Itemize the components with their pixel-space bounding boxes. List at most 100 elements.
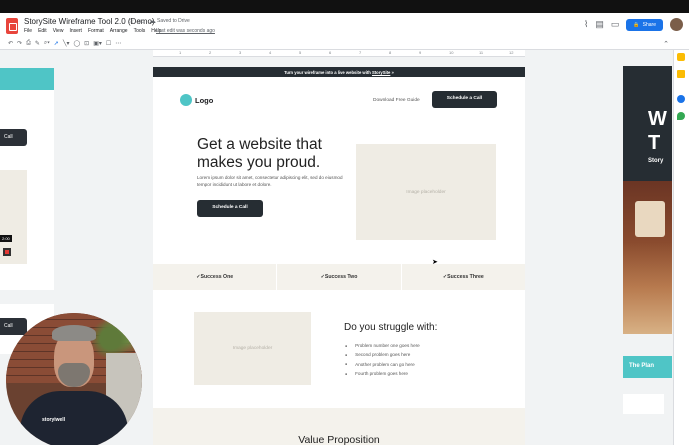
side-panel-strip bbox=[673, 50, 689, 445]
value-proposition-heading: Value Proposition bbox=[298, 434, 380, 445]
presenter-shirt bbox=[20, 391, 128, 445]
toolbar: ↶ ↷ ⎙ ✎ ⌕▾ ➚ ╲▾ ◯ ⊡ ▣▾ ☐ ⋯ ⌃ bbox=[0, 38, 689, 50]
menu-arrange[interactable]: Arrange bbox=[110, 28, 128, 34]
ruler-tick: 3 bbox=[239, 50, 242, 55]
toolbar-tools: ↶ ↷ ⎙ ✎ ⌕▾ ➚ ╲▾ ◯ ⊡ ▣▾ ☐ ⋯ bbox=[8, 40, 121, 47]
collapse-toolbar-icon[interactable]: ⌃ bbox=[663, 40, 669, 48]
present-icon[interactable]: ▭ bbox=[611, 19, 620, 30]
menu-view[interactable]: View bbox=[53, 28, 64, 34]
ruler-tick: 9 bbox=[419, 50, 422, 55]
teal-banner bbox=[0, 68, 54, 90]
slides-logo-icon[interactable] bbox=[6, 18, 18, 34]
struggle-image-label: Image placeholder bbox=[232, 346, 273, 351]
menu-edit[interactable]: Edit bbox=[38, 28, 47, 34]
problem-item: Fourth problem goes here bbox=[345, 369, 420, 378]
next-slide-photo bbox=[623, 181, 672, 334]
ruler-tick: 10 bbox=[449, 50, 454, 55]
crop-icon[interactable]: ⊡ bbox=[84, 40, 89, 47]
hero-subtext: Lorem ipsum dolor sit amet, consectetur … bbox=[197, 175, 343, 187]
ruler-tick: 11 bbox=[479, 50, 484, 55]
maps-icon[interactable] bbox=[677, 112, 685, 120]
activity-trend-icon[interactable]: ⌇ bbox=[584, 19, 588, 30]
menu-format[interactable]: Format bbox=[88, 28, 104, 34]
title-icons: ☆ ▭ ☁ bbox=[128, 17, 156, 25]
stop-recording-icon[interactable] bbox=[3, 248, 11, 256]
success-item: ✓Success Three bbox=[442, 274, 484, 280]
struggle-image-placeholder: Image placeholder bbox=[194, 312, 311, 385]
schedule-call-button-hero[interactable]: Schedule a Call bbox=[197, 200, 263, 217]
ruler-tick: 6 bbox=[329, 50, 332, 55]
zoom-icon[interactable]: ⌕▾ bbox=[44, 40, 50, 47]
previous-slide-partial[interactable]: Call 2:00 bbox=[0, 68, 54, 290]
announcement-banner: Turn your wireframe into a live website … bbox=[153, 67, 525, 77]
select-cursor-icon[interactable]: ➚ bbox=[54, 40, 59, 47]
plan-slide-partial[interactable]: The Plan bbox=[623, 356, 672, 378]
move-folder-icon[interactable]: ▭ bbox=[138, 17, 145, 25]
wireframe-slide[interactable]: Turn your wireframe into a live website … bbox=[153, 67, 525, 445]
banner-link[interactable]: StorySite bbox=[372, 70, 390, 75]
next-slide-subheading: Story bbox=[648, 158, 664, 164]
schedule-call-button-header[interactable]: Schedule a Call bbox=[432, 91, 497, 108]
next-slide-partial[interactable]: W T Story bbox=[623, 66, 672, 334]
ruler-tick: 4 bbox=[269, 50, 272, 55]
menu-insert[interactable]: Insert bbox=[69, 28, 82, 34]
problem-item: Problem number one goes here bbox=[345, 341, 420, 350]
banner-text: Turn your wireframe into a live website … bbox=[284, 70, 371, 75]
success-item: ✓Success Two bbox=[277, 264, 402, 290]
slides-app: StorySite Wireframe Tool 2.0 (Demo) ☆ ▭ … bbox=[0, 13, 689, 445]
ruler-tick: 12 bbox=[509, 50, 514, 55]
cloud-saved-icon: ☁ bbox=[148, 18, 156, 25]
title-bar-actions: ⌇ ▤ ▭ 🔒 Share bbox=[584, 18, 683, 31]
redo-icon[interactable]: ↷ bbox=[17, 40, 22, 47]
user-avatar[interactable] bbox=[670, 18, 683, 31]
tasks-icon[interactable] bbox=[677, 70, 685, 78]
contacts-icon[interactable] bbox=[677, 95, 685, 103]
logo-icon bbox=[180, 94, 192, 106]
presenter-hair bbox=[52, 325, 96, 341]
shirt-logo-text: storyiwell bbox=[42, 417, 66, 423]
keep-icon[interactable] bbox=[677, 53, 685, 61]
struggle-heading: Do you struggle with: bbox=[344, 322, 438, 333]
banner-arrow-icon: » bbox=[391, 70, 394, 75]
menu-file[interactable]: File bbox=[24, 28, 32, 34]
success-band: ✓Success One ✓Success Two ✓Success Three bbox=[153, 264, 525, 290]
mouse-cursor-icon: ➤ bbox=[432, 259, 438, 266]
call-button-partial: Call bbox=[0, 129, 27, 146]
comments-icon[interactable]: ▤ bbox=[595, 19, 604, 30]
more-tools-icon[interactable]: ⋯ bbox=[115, 40, 121, 47]
next-slide-heading-1: W bbox=[648, 108, 667, 130]
hero-image-placeholder: Image placeholder bbox=[356, 144, 496, 240]
success-item: ✓Success One bbox=[153, 264, 278, 290]
line-tool-icon[interactable]: ╲▾ bbox=[63, 40, 70, 47]
textbox-tool-icon[interactable]: ☐ bbox=[106, 40, 111, 47]
lock-icon: 🔒 bbox=[633, 21, 640, 28]
horizontal-ruler: 1 2 3 4 5 6 7 8 9 10 11 12 bbox=[153, 50, 525, 57]
ruler-tick: 1 bbox=[179, 50, 182, 55]
shape-tool-icon[interactable]: ◯ bbox=[73, 40, 80, 47]
image-tool-icon[interactable]: ▣▾ bbox=[93, 40, 102, 47]
menu-tools[interactable]: Tools bbox=[134, 28, 146, 34]
problem-list: Problem number one goes here Second prob… bbox=[345, 341, 420, 378]
ruler-tick: 8 bbox=[389, 50, 392, 55]
undo-icon[interactable]: ↶ bbox=[8, 40, 13, 47]
share-button[interactable]: 🔒 Share bbox=[626, 18, 663, 31]
last-edit-link[interactable]: Last edit was seconds ago bbox=[156, 28, 215, 34]
next-slide-partial-3[interactable] bbox=[623, 394, 664, 414]
ruler-tick: 7 bbox=[359, 50, 362, 55]
ruler-tick: 2 bbox=[209, 50, 212, 55]
webcam-overlay[interactable]: storyiwell bbox=[6, 313, 142, 445]
recording-timer: 2:00 bbox=[0, 235, 12, 242]
paint-format-icon[interactable]: ✎ bbox=[35, 40, 40, 47]
logo-text: Logo bbox=[195, 96, 214, 105]
save-status: Saved to Drive bbox=[157, 18, 190, 24]
menu-bar: File Edit View Insert Format Arrange Too… bbox=[24, 28, 162, 34]
star-icon[interactable]: ☆ bbox=[128, 17, 134, 25]
next-slide-heading-2: T bbox=[648, 132, 661, 154]
problem-item: Another problem can go here bbox=[345, 360, 420, 369]
hero-headline: Get a website that makes you proud. bbox=[197, 136, 322, 171]
share-label: Share bbox=[642, 21, 656, 28]
hero-image-label: Image placeholder bbox=[406, 189, 446, 195]
download-guide-link[interactable]: Download Free Guide bbox=[373, 98, 420, 103]
problem-item: Second problem goes here bbox=[345, 350, 420, 359]
print-icon[interactable]: ⎙ bbox=[26, 40, 31, 47]
